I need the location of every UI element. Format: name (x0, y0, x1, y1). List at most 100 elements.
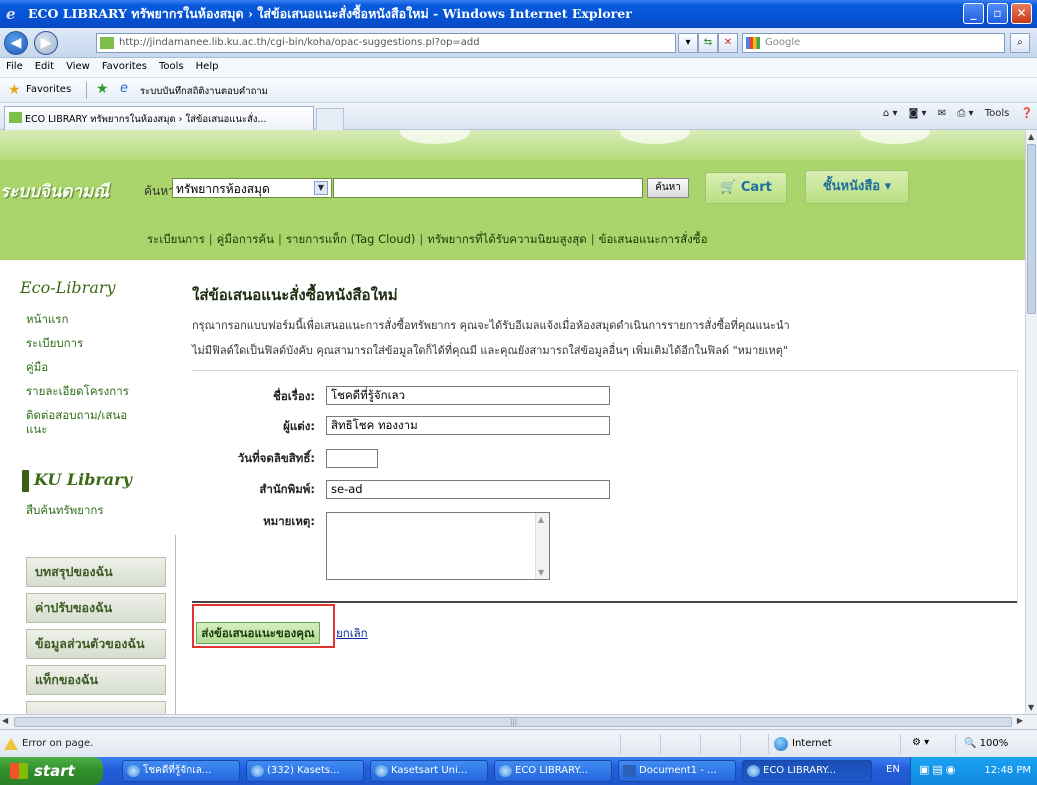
panel-my-tags[interactable]: แท็กของฉัน (26, 665, 166, 695)
help-icon[interactable]: ❓ (1021, 108, 1033, 119)
cart-button[interactable]: 🛒 Cart (705, 172, 787, 204)
sidebar-link-search-resources[interactable]: สืบค้นทรัพยากร (26, 502, 104, 520)
taskbar-item[interactable]: Kasetsart Uni... (370, 760, 488, 782)
panel-my-fines[interactable]: ค่าปรับของฉัน (26, 593, 166, 623)
favorites-star-icon[interactable]: ★ (8, 82, 21, 98)
panel-more[interactable] (26, 701, 166, 714)
header-link-most-popular[interactable]: ทรัพยากรที่ได้รับความนิยมสูงสุด (427, 232, 586, 246)
url-input[interactable]: http://jindamanee.lib.ku.ac.th/cgi-bin/k… (96, 33, 676, 53)
back-icon[interactable]: ◀ (4, 31, 28, 55)
taskbar-item[interactable]: Document1 - ... (618, 760, 736, 782)
scroll-down-icon[interactable]: ▼ (538, 568, 544, 577)
sidebar-link-home[interactable]: หน้าแรก (26, 311, 68, 329)
close-button[interactable]: ✕ (1011, 3, 1032, 24)
page-vertical-scrollbar[interactable]: ▲ ▼ (1025, 130, 1037, 714)
scroll-left-icon[interactable]: ◀ (2, 716, 8, 725)
header-link-search-guide[interactable]: คู่มือการค้น (217, 232, 274, 246)
panel-my-summary[interactable]: บทสรุปของฉัน (26, 557, 166, 587)
status-message[interactable]: Error on page. (22, 738, 93, 749)
sidebar-link-contact-cont[interactable]: แนะ (26, 421, 47, 439)
notes-scrollbar[interactable]: ▲ ▼ (535, 513, 549, 579)
notes-textarea[interactable]: ▲ ▼ (326, 512, 550, 580)
header-link-tag-cloud[interactable]: รายการแท็ก (Tag Cloud) (286, 232, 416, 246)
site-logo[interactable]: ระบบจินดามณี (0, 178, 109, 205)
menu-bar: File Edit View Favorites Tools Help (0, 58, 1037, 78)
feeds-icon[interactable]: ◙ ▾ (909, 108, 927, 119)
menu-help[interactable]: Help (190, 58, 225, 72)
scroll-right-icon[interactable]: ▶ (1017, 716, 1023, 725)
horizontal-scroll-thumb[interactable]: ||| (14, 717, 1012, 727)
web-search-input[interactable]: Google (742, 33, 1005, 53)
submit-suggestion-button[interactable]: ส่งข้อเสนอแนะของคุณ (196, 622, 320, 644)
publisher-field[interactable]: se-ad (326, 480, 610, 499)
link-separator: | (208, 232, 213, 246)
mail-icon[interactable]: ✉ (938, 108, 946, 119)
sidebar-link-project-details[interactable]: รายละเอียดโครงการ (26, 383, 129, 401)
tray-icons[interactable]: ▣▤◉ (919, 763, 958, 776)
url-dropdown-icon[interactable]: ▾ (678, 33, 698, 53)
shelves-button[interactable]: ชั้นหนังสือ ▾ (805, 170, 909, 204)
cart-label: Cart (740, 180, 772, 195)
start-button[interactable]: start (0, 757, 103, 785)
site-favicon-icon (100, 37, 114, 49)
sidebar-link-manual[interactable]: คู่มือ (26, 359, 48, 377)
taskbar-item-active[interactable]: ECO LIBRARY... (742, 760, 872, 782)
protected-mode-icon[interactable]: ⚙ ▾ (912, 737, 929, 748)
catalog-search-button[interactable]: ค้นหา (647, 178, 689, 198)
title-label: ชื่อเรื่อง: (273, 389, 315, 403)
refresh-icon[interactable]: ⇆ (698, 33, 718, 53)
ie-logo-icon: e (6, 5, 16, 23)
copyright-date-field[interactable] (326, 449, 378, 468)
internet-zone-icon (774, 737, 788, 751)
left-sidebar: Eco-Library หน้าแรก ระเบียบการ คู่มือ รา… (0, 260, 190, 714)
taskbar-item[interactable]: (332) Kasets... (246, 760, 364, 782)
tools-menu-button[interactable]: Tools (985, 108, 1010, 119)
maximize-button[interactable]: ▫ (987, 3, 1008, 24)
favorites-button[interactable]: Favorites (26, 84, 71, 95)
header-link-purchase-suggestions[interactable]: ข้อเสนอแนะการสั่งซื้อ (599, 232, 708, 246)
web-search-icon[interactable]: ⌕ (1010, 33, 1030, 53)
menu-edit[interactable]: Edit (29, 58, 60, 72)
forward-icon[interactable]: ▶ (34, 31, 58, 55)
page-viewport: ระบบจินดามณี ค้นหา ทรัพยากรห้องสมุด ▼ ค้… (0, 130, 1025, 714)
zoom-level[interactable]: 🔍 100% (964, 738, 1008, 749)
taskbar-item-label: ECO LIBRARY... (763, 765, 837, 776)
add-favorite-icon[interactable]: ★ (96, 81, 109, 97)
minimize-button[interactable]: _ (963, 3, 984, 24)
menu-view[interactable]: View (60, 58, 96, 72)
status-divider (955, 734, 956, 754)
menu-favorites[interactable]: Favorites (96, 58, 153, 72)
status-divider (620, 734, 621, 754)
header-link-rules[interactable]: ระเบียนการ (147, 232, 205, 246)
title-field[interactable]: โชคดีที่รู้จักเลว (326, 386, 610, 405)
link-separator: | (278, 232, 282, 246)
home-icon[interactable]: ⌂ ▾ (883, 108, 898, 119)
new-tab-button[interactable] (316, 108, 344, 130)
status-divider (700, 734, 701, 754)
page-horizontal-scrollbar[interactable]: ◀ ||| ▶ (0, 714, 1037, 729)
favorites-link[interactable]: ระบบบันทึกสถิติงานตอบคำถาม (140, 84, 268, 99)
clock[interactable]: 12:48 PM (984, 765, 1031, 776)
tab-eco-library[interactable]: ECO LIBRARY ทรัพยากรในห้องสมุด › ใส่ข้อเ… (4, 106, 314, 130)
print-icon[interactable]: ⎙ ▾ (957, 108, 973, 119)
search-scope-select[interactable]: ทรัพยากรห้องสมุด ▼ (172, 178, 332, 198)
warning-icon[interactable] (4, 738, 18, 750)
google-logo-icon (746, 37, 760, 49)
taskbar-item[interactable]: ECO LIBRARY... (494, 760, 612, 782)
vertical-scroll-thumb[interactable] (1027, 144, 1036, 314)
sidebar-link-rules[interactable]: ระเบียบการ (26, 335, 83, 353)
taskbar-item[interactable]: โชคดีที่รู้จักเล... (122, 760, 240, 782)
scroll-up-icon[interactable]: ▲ (538, 515, 544, 524)
language-indicator[interactable]: EN (886, 764, 900, 775)
author-field[interactable]: สิทธิโชค ทองงาม (326, 416, 610, 435)
cancel-link[interactable]: ยกเลิก (336, 625, 368, 643)
panel-my-personal-details[interactable]: ข้อมูลส่วนตัวของฉัน (26, 629, 166, 659)
scroll-down-icon[interactable]: ▼ (1028, 703, 1034, 712)
link-separator: | (419, 232, 424, 246)
scroll-up-icon[interactable]: ▲ (1028, 132, 1034, 141)
stop-icon[interactable]: ✕ (718, 33, 738, 53)
ku-library-logo-icon (22, 470, 29, 492)
menu-tools[interactable]: Tools (153, 58, 190, 72)
catalog-search-input[interactable] (333, 178, 643, 198)
menu-file[interactable]: File (0, 58, 29, 72)
